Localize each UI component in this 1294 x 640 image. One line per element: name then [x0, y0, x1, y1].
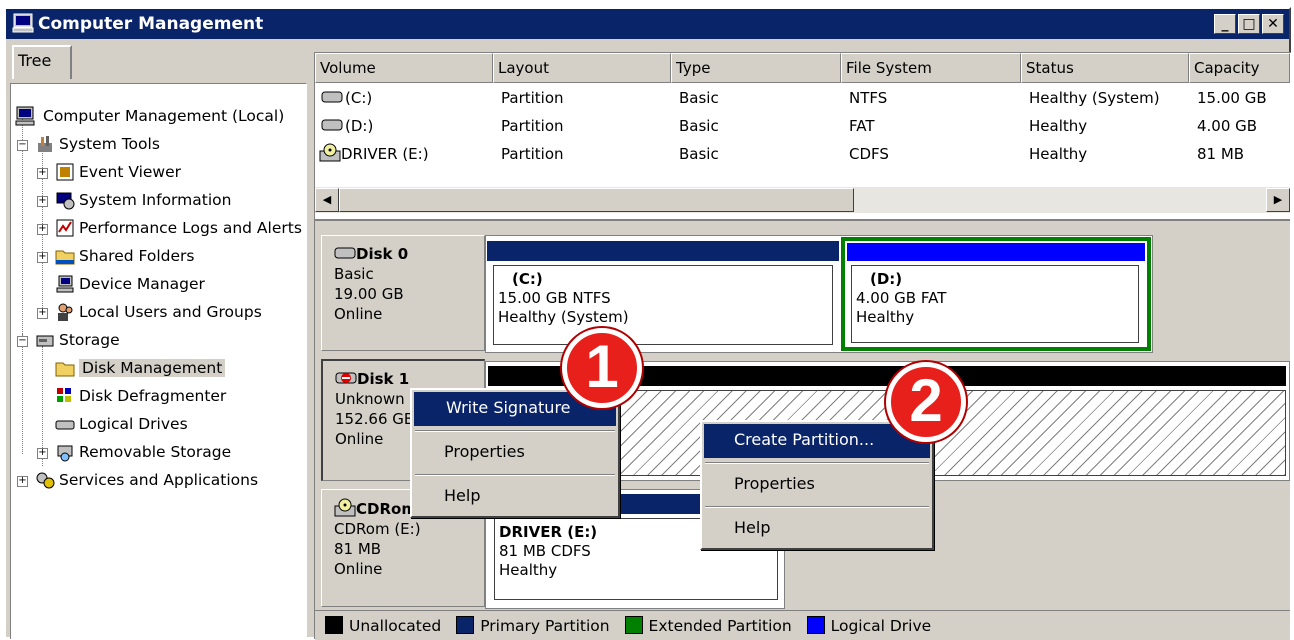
details-panel: Volume Layout Type File System Status Ca…: [314, 52, 1291, 640]
device-manager-icon: [56, 275, 74, 293]
expand-icon[interactable]: +: [37, 196, 48, 207]
cd-drive-icon: [319, 143, 341, 162]
drive-icon: [321, 91, 343, 103]
unknown-disk-icon: [335, 372, 357, 384]
properties-menu-item[interactable]: Properties: [704, 468, 930, 502]
performance-icon: [56, 219, 74, 237]
tab-tree[interactable]: Tree: [12, 45, 72, 79]
menu-separator: [415, 430, 615, 432]
horizontal-scrollbar[interactable]: ◀ ▶: [315, 187, 1290, 213]
expand-icon[interactable]: +: [37, 308, 48, 319]
defrag-icon: [57, 388, 71, 402]
computer-management-window: Computer Management _ □ ✕ Tree Computer …: [4, 7, 1291, 640]
system-info-icon: [56, 192, 75, 210]
partition-c[interactable]: (C:) 15.00 GB NTFS Healthy (System): [493, 265, 833, 345]
tree-item-disk-defragmenter[interactable]: Disk Defragmenter: [55, 384, 305, 410]
expand-icon[interactable]: +: [37, 224, 48, 235]
column-header-status[interactable]: Status: [1021, 53, 1189, 83]
properties-menu-item[interactable]: Properties: [414, 436, 616, 470]
column-header-file-system[interactable]: File System: [841, 53, 1021, 83]
drive-icon: [321, 119, 343, 131]
extended-swatch: [624, 616, 643, 634]
tree-item-removable-storage[interactable]: + Removable Storage: [35, 440, 305, 466]
help-menu-item[interactable]: Help: [414, 480, 616, 514]
computer-icon: [15, 106, 35, 126]
tree-panel: Computer Management (Local) − System Too…: [10, 83, 307, 639]
close-button[interactable]: ✕: [1262, 14, 1284, 34]
removable-storage-icon: [57, 445, 73, 462]
expand-icon[interactable]: +: [17, 476, 28, 487]
scroll-right-arrow-icon[interactable]: ▶: [1266, 188, 1290, 212]
tree-item-logical-drives[interactable]: Logical Drives: [55, 412, 305, 438]
minimize-button[interactable]: _: [1214, 14, 1236, 34]
collapse-icon[interactable]: −: [17, 336, 28, 347]
help-menu-item[interactable]: Help: [704, 512, 930, 546]
disk-icon: [334, 247, 356, 259]
drive-icon: [55, 420, 75, 430]
column-header-layout[interactable]: Layout: [493, 53, 671, 83]
column-header-capacity[interactable]: Capacity: [1189, 53, 1290, 83]
disk-context-menu: Write Signature Properties Help: [410, 388, 620, 518]
menu-separator: [705, 506, 929, 508]
tree-item-system-information[interactable]: + System Information: [35, 188, 305, 214]
unallocated-swatch: [325, 616, 343, 634]
maximize-button[interactable]: □: [1238, 14, 1260, 34]
primary-swatch: [456, 616, 475, 634]
column-header-type[interactable]: Type: [671, 53, 841, 83]
table-row[interactable]: DRIVER (E:) Partition Basic CDFS Healthy…: [315, 141, 1290, 169]
collapse-icon[interactable]: −: [17, 140, 28, 151]
table-row[interactable]: (D:) Partition Basic FAT Healthy 4.00 GB: [315, 113, 1290, 141]
services-icon: [36, 472, 55, 489]
tree-item-event-viewer[interactable]: + Event Viewer: [35, 160, 305, 186]
cd-drive-icon: [334, 498, 356, 517]
tree-item-performance-logs[interactable]: + Performance Logs and Alerts: [35, 216, 305, 242]
users-icon: [58, 303, 73, 321]
title-bar[interactable]: Computer Management _ □ ✕: [6, 9, 1289, 39]
tree-item-shared-folders[interactable]: + Shared Folders: [35, 244, 305, 270]
event-viewer-icon: [56, 163, 74, 181]
expand-icon[interactable]: +: [37, 252, 48, 263]
primary-partition-bar: [487, 241, 839, 261]
column-header-volume[interactable]: Volume: [315, 53, 493, 83]
folder-icon: [55, 250, 75, 265]
tree-item-local-users[interactable]: + Local Users and Groups: [35, 300, 305, 326]
table-row[interactable]: (C:) Partition Basic NTFS Healthy (Syste…: [315, 85, 1290, 113]
disk-management-icon: [55, 362, 75, 377]
menu-separator: [705, 462, 929, 464]
scroll-left-arrow-icon[interactable]: ◀: [315, 188, 339, 212]
window-title: Computer Management: [38, 14, 264, 34]
callout-1: 1: [562, 328, 642, 408]
scroll-thumb[interactable]: [339, 188, 854, 212]
tools-icon: [38, 136, 52, 152]
logical-drive-bar: [847, 243, 1145, 261]
tree-item-computer-management[interactable]: Computer Management (Local): [15, 104, 305, 130]
menu-separator: [415, 474, 615, 476]
expand-icon[interactable]: +: [37, 168, 48, 179]
logical-swatch: [806, 616, 825, 634]
storage-icon: [36, 335, 54, 347]
expand-icon[interactable]: +: [37, 448, 48, 459]
tree-item-services-applications[interactable]: + Services and Applications: [15, 468, 305, 494]
computer-management-icon: [12, 13, 34, 33]
tree-item-system-tools[interactable]: − System Tools: [15, 132, 305, 158]
tree-item-storage[interactable]: − Storage: [15, 328, 305, 354]
unallocated-context-menu: Create Partition... Properties Help: [700, 420, 934, 550]
tree-item-disk-management[interactable]: Disk Management: [55, 356, 285, 382]
legend: Unallocated Primary Partition Extended P…: [315, 610, 1290, 640]
tree-item-device-manager[interactable]: Device Manager: [35, 272, 305, 298]
disk-0-label[interactable]: Disk 0 Basic 19.00 GB Online: [321, 235, 485, 351]
partition-d[interactable]: (D:) 4.00 GB FAT Healthy: [851, 265, 1139, 343]
callout-2: 2: [886, 362, 966, 442]
